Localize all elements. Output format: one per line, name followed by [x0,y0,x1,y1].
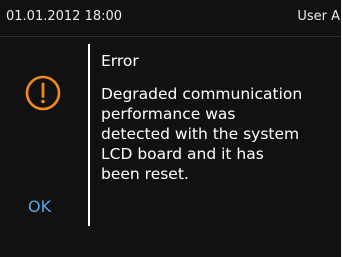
error-screen: 01.01.2012 18:00 User A OK Error Degrade… [0,0,341,257]
divider [88,44,90,226]
ok-button[interactable]: OK [28,189,68,225]
dialog-message: Degraded communication performance was d… [101,85,303,183]
dialog-title: Error [101,52,139,70]
user-label: User A [297,9,340,24]
status-bar: 01.01.2012 18:00 User A [0,0,341,37]
datetime: 01.01.2012 18:00 [6,9,123,24]
warning-icon [25,75,61,111]
